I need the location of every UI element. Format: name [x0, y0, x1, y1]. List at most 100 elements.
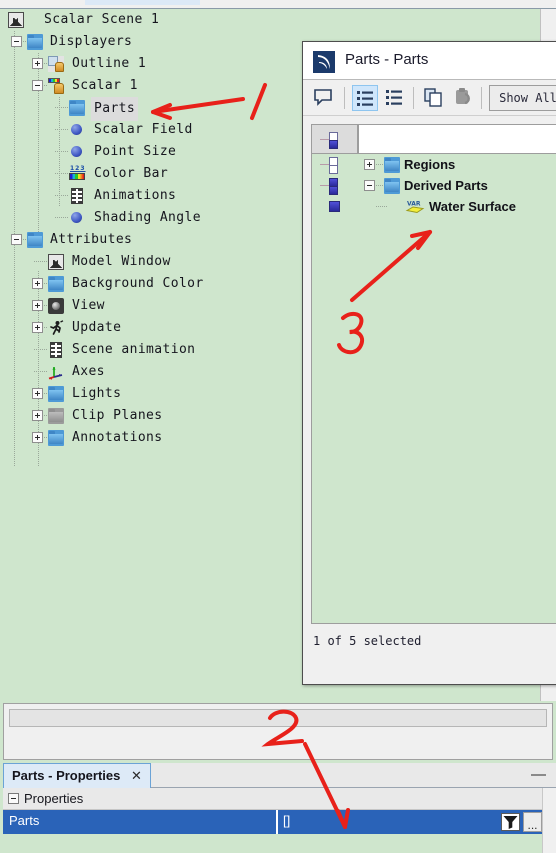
selection-state-header-icon [320, 131, 350, 149]
properties-tab-bar: Parts - Properties ✕ — [3, 763, 556, 788]
toolbar-separator-3 [481, 87, 482, 109]
selection-state-icon[interactable] [320, 156, 350, 174]
tree-connector [55, 173, 68, 174]
selection-state-icon[interactable] [320, 198, 350, 214]
dialog-tree-header-selection-column[interactable] [312, 125, 358, 154]
tree-connector [23, 41, 26, 42]
tree-connector [55, 107, 68, 108]
folder-icon [69, 100, 85, 116]
parts-selection-dialog[interactable]: Parts - Parts Show All Regions Derived P… [302, 41, 556, 685]
expand-icon[interactable] [32, 410, 43, 421]
close-icon[interactable]: ✕ [131, 764, 142, 787]
expand-icon[interactable] [32, 58, 43, 69]
properties-section-header[interactable]: Properties [3, 788, 556, 810]
filter-input[interactable] [9, 709, 547, 727]
tree-node-label: Shading Angle [94, 210, 201, 225]
tree-connector [55, 195, 68, 196]
tree-connector [44, 63, 47, 64]
folder-icon [384, 157, 400, 173]
tree-connector [44, 283, 47, 284]
expand-icon[interactable] [32, 432, 43, 443]
comment-bubble-icon[interactable] [311, 85, 337, 111]
collapse-icon[interactable] [32, 80, 43, 91]
expand-icon[interactable] [32, 388, 43, 399]
flat-list-view-icon[interactable] [382, 85, 408, 111]
expand-icon[interactable] [32, 322, 43, 333]
tab-label: Parts - Properties [12, 768, 121, 783]
property-more-button[interactable]: ... [523, 812, 542, 832]
paste-icon [451, 85, 477, 111]
folder-icon [48, 276, 64, 292]
tree-node-label: Model Window [72, 254, 171, 269]
show-all-button[interactable]: Show All [489, 85, 556, 111]
sphere-icon [71, 146, 82, 157]
folder-icon [384, 178, 400, 194]
application-window: Scalar Scene 1 Displayers Outline 1 Scalar … [0, 0, 556, 853]
collapse-section-icon[interactable] [8, 793, 19, 804]
expand-icon[interactable] [364, 159, 375, 170]
expand-icon[interactable] [32, 278, 43, 289]
toolbar-separator-1 [344, 87, 345, 109]
film-icon [71, 188, 83, 204]
tree-connector [376, 206, 388, 207]
tree-node-label: Axes [72, 364, 105, 379]
dialog-tree-header-blank [359, 125, 556, 154]
property-value[interactable]: [] [283, 813, 290, 828]
property-name: Parts [9, 813, 40, 828]
app-logo-icon [313, 51, 335, 73]
tree-node-label: Parts [91, 97, 139, 121]
selection-state-icon[interactable] [320, 177, 350, 195]
tree-node-label: Scalar 1 [72, 78, 138, 93]
collapse-icon[interactable] [11, 234, 22, 245]
collapse-icon[interactable] [364, 180, 375, 191]
tree-connector [376, 164, 383, 165]
filter-bar[interactable] [3, 703, 553, 760]
sphere-icon [71, 124, 82, 135]
dialog-node-regions[interactable]: Regions [312, 154, 556, 175]
copy-icon[interactable] [421, 85, 447, 111]
dialog-tree-body[interactable]: Regions Derived Parts VAR Water Surface [312, 154, 556, 623]
tree-node-label: View [72, 298, 105, 313]
folder-icon [48, 430, 64, 446]
tab-parts-properties[interactable]: Parts - Properties ✕ [3, 763, 151, 788]
film-icon [50, 342, 62, 358]
dialog-node-water-surface[interactable]: VAR Water Surface [312, 196, 556, 217]
properties-scrollbar[interactable] [542, 788, 556, 853]
dialog-node-label: Water Surface [429, 199, 516, 214]
properties-panel: Parts - Properties ✕ — Properties Parts … [0, 763, 556, 853]
top-highlight-remnant [85, 0, 200, 5]
tree-connector [44, 415, 47, 416]
dialog-toolbar[interactable]: Show All [303, 80, 556, 116]
folder-gray-icon [48, 408, 64, 424]
properties-empty-area [3, 834, 542, 853]
dialog-status-text: 1 of 5 selected [313, 634, 422, 648]
expand-icon[interactable] [32, 300, 43, 311]
runner-icon [48, 320, 64, 336]
scene-icon [48, 254, 64, 270]
tree-connector [55, 129, 68, 130]
tree-list-view-icon[interactable] [352, 85, 378, 111]
dialog-node-derived-parts[interactable]: Derived Parts [312, 175, 556, 196]
folder-icon [27, 34, 43, 50]
funnel-icon[interactable] [501, 813, 520, 831]
tree-node-label: Attributes [50, 232, 133, 247]
tree-node-label: Scalar Field [94, 122, 193, 137]
tree-node-scalar-scene-1[interactable]: Scalar Scene 1 [0, 9, 540, 31]
tree-node-label: Point Size [94, 144, 177, 159]
property-row-parts[interactable]: Parts [] ... [3, 810, 556, 834]
scalar-icon [48, 78, 64, 94]
tree-connector [34, 261, 47, 262]
tree-node-label: Background Color [72, 276, 204, 291]
dialog-title-bar: Parts - Parts [303, 42, 556, 80]
tree-node-label: Outline 1 [72, 56, 147, 71]
tree-connector [376, 185, 383, 186]
minimize-icon[interactable]: — [531, 767, 546, 783]
tree-connector [44, 305, 47, 306]
collapse-icon[interactable] [11, 36, 22, 47]
property-column-divider [276, 810, 278, 834]
sphere-icon [71, 212, 82, 223]
dialog-parts-tree[interactable]: Regions Derived Parts VAR Water Surface [311, 124, 556, 624]
tree-node-label: Color Bar [94, 166, 169, 181]
tree-node-label: Animations [94, 188, 177, 203]
tree-node-label: Displayers [50, 34, 133, 49]
